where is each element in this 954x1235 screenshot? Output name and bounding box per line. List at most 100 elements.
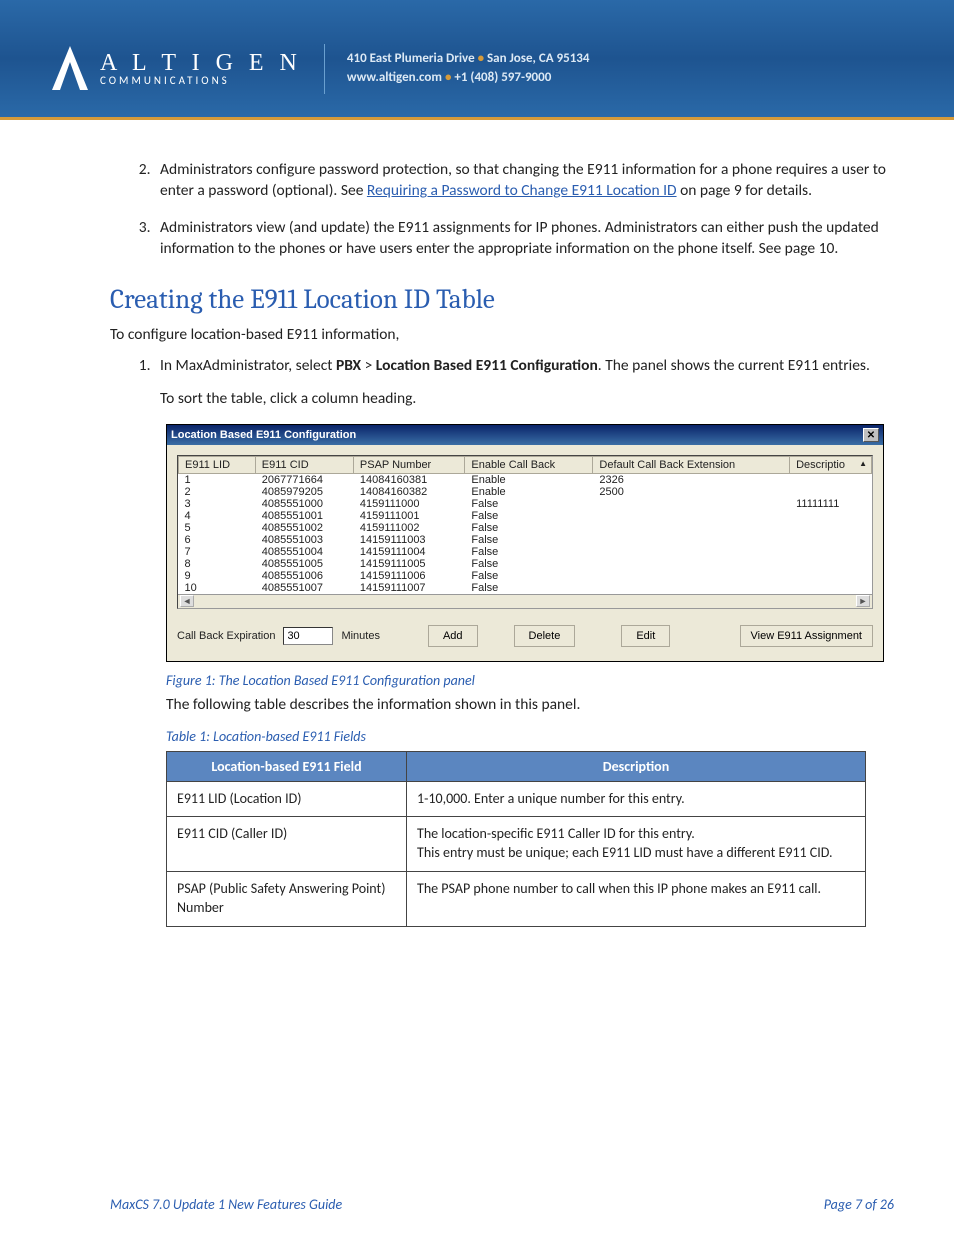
text: . The panel shows the current E911 entri… <box>598 356 870 375</box>
table-row[interactable]: 9408555100614159111006False <box>179 570 872 582</box>
table-cell: False <box>465 558 593 570</box>
table-cell: 5 <box>179 522 256 534</box>
table-cell: False <box>465 534 593 546</box>
desc-cell: E911 CID (Caller ID) <box>167 817 407 872</box>
horizontal-scrollbar[interactable]: ◄ ► <box>178 594 872 608</box>
table-row[interactable]: 440855510014159111001False <box>179 510 872 522</box>
table-row[interactable]: 540855510024159111002False <box>179 522 872 534</box>
table-cell <box>593 498 790 510</box>
window-titlebar: Location Based E911 Configuration ✕ <box>167 425 883 445</box>
table-cell <box>593 534 790 546</box>
desc-row: E911 CID (Caller ID)The location-specifi… <box>167 817 866 872</box>
header-address: 410 East Plumeria Drive • San Jose, CA 9… <box>347 50 590 86</box>
table-row[interactable]: 10408555100714159111007False <box>179 582 872 594</box>
menu-e911: Location Based E911 Configuration <box>376 356 598 375</box>
text: > <box>361 356 376 375</box>
table-cell <box>790 510 872 522</box>
desc-row: PSAP (Public Safety Answering Point) Num… <box>167 872 866 927</box>
table-cell: False <box>465 570 593 582</box>
table-cell: 4 <box>179 510 256 522</box>
footer-title: MaxCS 7.0 Update 1 New Features Guide <box>110 1196 342 1213</box>
table-cell: 2 <box>179 486 256 498</box>
table-cell: 4085551001 <box>255 510 353 522</box>
table-row[interactable]: 340855510004159111000False11111111 <box>179 498 872 510</box>
panel-toolbar: Call Back Expiration Minutes Add Delete … <box>167 619 883 661</box>
table-row[interactable]: 7408555100414159111004False <box>179 546 872 558</box>
desc-cell: The location-specific E911 Caller ID for… <box>407 817 866 872</box>
table-cell: False <box>465 582 593 594</box>
table-cell: 4085551002 <box>255 522 353 534</box>
table-cell <box>593 558 790 570</box>
desc-cell: E911 LID (Location ID) <box>167 781 407 817</box>
fields-description-table: Location-based E911 Field Description E9… <box>166 751 866 927</box>
col-callback[interactable]: Enable Call Back <box>465 456 593 473</box>
close-icon[interactable]: ✕ <box>863 428 879 442</box>
menu-pbx: PBX <box>336 356 361 375</box>
col-default-ext[interactable]: Default Call Back Extension <box>593 456 790 473</box>
table-cell: 6 <box>179 534 256 546</box>
addr-web: www.altigen.com <box>347 70 442 85</box>
page-content: Administrators configure password protec… <box>0 120 954 927</box>
table-cell: 7 <box>179 546 256 558</box>
table-cell <box>790 558 872 570</box>
callback-exp-label: Call Back Expiration <box>177 630 275 642</box>
table-cell <box>790 473 872 486</box>
table-cell <box>593 570 790 582</box>
table-cell: Enable <box>465 473 593 486</box>
table-cell <box>593 510 790 522</box>
table-cell: False <box>465 522 593 534</box>
table-cell <box>790 534 872 546</box>
table-cell: 14159111005 <box>353 558 465 570</box>
table-cell: 4085551004 <box>255 546 353 558</box>
password-link[interactable]: Requiring a Password to Change E911 Loca… <box>367 181 677 200</box>
table-row[interactable]: 1206777166414084160381Enable2326 <box>179 473 872 486</box>
callback-exp-input[interactable] <box>283 627 333 645</box>
delete-button[interactable]: Delete <box>514 625 576 647</box>
col-description[interactable]: Descriptio <box>790 456 872 473</box>
header-divider <box>324 44 325 94</box>
table-cell: 4085551005 <box>255 558 353 570</box>
desc-header-field: Location-based E911 Field <box>167 751 407 781</box>
grid-container: E911 LID E911 CID PSAP Number Enable Cal… <box>177 455 873 609</box>
step-1-sub: To sort the table, click a column headin… <box>160 389 894 410</box>
list-item-3: Administrators view (and update) the E91… <box>154 218 894 260</box>
scroll-left-icon[interactable]: ◄ <box>180 595 194 607</box>
table-cell: 14159111007 <box>353 582 465 594</box>
edit-button[interactable]: Edit <box>621 625 670 647</box>
dot-icon: • <box>478 51 484 66</box>
page-footer: MaxCS 7.0 Update 1 New Features Guide Pa… <box>110 1196 894 1213</box>
table-cell: 14084160382 <box>353 486 465 498</box>
desc-cell: 1-10,000. Enter a unique number for this… <box>407 781 866 817</box>
footer-page: Page 7 of 26 <box>824 1196 894 1213</box>
desc-header-desc: Description <box>407 751 866 781</box>
table-cell: 4159111002 <box>353 522 465 534</box>
figure-caption: Figure 1: The Location Based E911 Config… <box>166 672 894 689</box>
col-lid[interactable]: E911 LID <box>179 456 256 473</box>
table-cell: 2067771664 <box>255 473 353 486</box>
table-cell <box>790 546 872 558</box>
table-row[interactable]: 8408555100514159111005False <box>179 558 872 570</box>
table-cell: 14159111004 <box>353 546 465 558</box>
table-cell: 4085551003 <box>255 534 353 546</box>
table-row[interactable]: 2408597920514084160382Enable2500 <box>179 486 872 498</box>
col-cid[interactable]: E911 CID <box>255 456 353 473</box>
table-row[interactable]: 6408555100314159111003False <box>179 534 872 546</box>
table-cell <box>593 546 790 558</box>
add-button[interactable]: Add <box>428 625 478 647</box>
col-psap[interactable]: PSAP Number <box>353 456 465 473</box>
table-cell: False <box>465 498 593 510</box>
page-header: A L T I G E N COMMUNICATIONS 410 East Pl… <box>0 0 954 120</box>
table-cell <box>790 570 872 582</box>
view-assignment-button[interactable]: View E911 Assignment <box>740 625 874 647</box>
table-cell: 14084160381 <box>353 473 465 486</box>
table-cell: 14159111006 <box>353 570 465 582</box>
list-item-2: Administrators configure password protec… <box>154 160 894 202</box>
table-cell: 10 <box>179 582 256 594</box>
table-cell: 4085551007 <box>255 582 353 594</box>
window-title: Location Based E911 Configuration <box>171 429 356 441</box>
table-cell: 14159111003 <box>353 534 465 546</box>
dot-icon: • <box>445 70 451 85</box>
altigen-logo-icon <box>50 44 90 94</box>
scroll-right-icon[interactable]: ► <box>856 595 870 607</box>
desc-cell: The PSAP phone number to call when this … <box>407 872 866 927</box>
